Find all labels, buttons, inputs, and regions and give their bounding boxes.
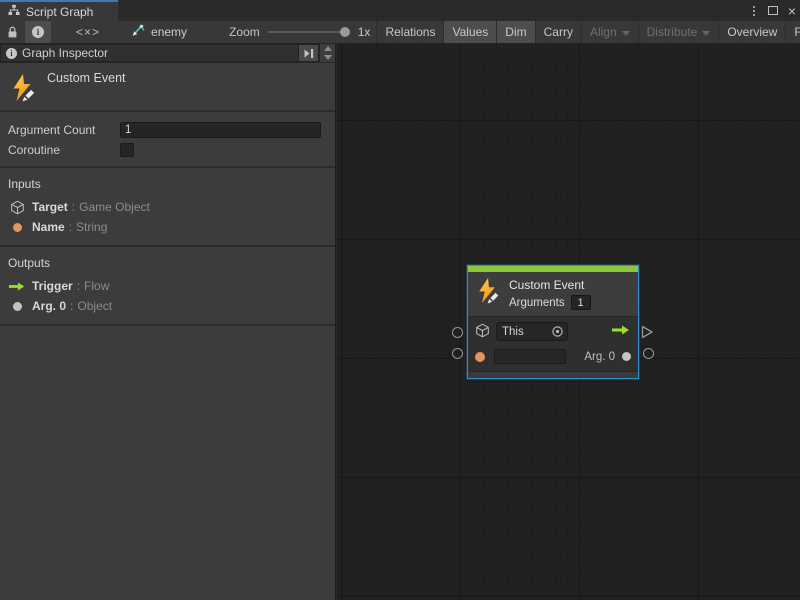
node-header: Custom Event Arguments 1	[468, 272, 638, 316]
breadcrumb-graph[interactable]: enemy	[121, 21, 197, 43]
coroutine-checkbox[interactable]	[120, 143, 134, 157]
maximize-icon[interactable]	[768, 6, 778, 15]
dock-panel-button[interactable]	[299, 44, 319, 62]
port-row-name: Name:String	[0, 217, 335, 237]
node-title: Custom Event	[509, 278, 591, 292]
distribute-button[interactable]: Distribute	[638, 21, 719, 43]
zoom-value: 1x	[358, 25, 371, 39]
window-menu-icon[interactable]	[750, 4, 758, 18]
lock-icon[interactable]	[0, 21, 25, 43]
event-name-input[interactable]	[494, 349, 566, 364]
unit-inspector-header: Custom Event	[0, 63, 335, 112]
target-dropdown[interactable]: This	[496, 322, 568, 341]
game-object-cube-icon	[8, 200, 26, 215]
inspector-pager	[319, 44, 335, 62]
toolbar-buttons: Relations Values Dim Carry Align Distrib…	[376, 21, 800, 43]
outputs-section: Outputs Trigger:Flow Arg. 0:Object	[0, 247, 335, 326]
node-input-port-target[interactable]	[452, 327, 463, 338]
close-icon[interactable]: ×	[788, 6, 796, 16]
full-screen-button[interactable]: Full Screen	[785, 21, 800, 43]
script-graph-icon	[8, 4, 20, 19]
string-orange-dot-icon	[475, 352, 485, 362]
info-icon: i	[6, 48, 17, 59]
object-grey-dot-icon	[13, 302, 22, 311]
spin-up-icon	[324, 46, 332, 51]
zoom-label: Zoom	[229, 25, 260, 39]
game-object-cube-icon	[475, 323, 490, 341]
zoom-slider-handle[interactable]	[340, 27, 350, 37]
align-button[interactable]: Align	[581, 21, 638, 43]
inputs-heading: Inputs	[0, 172, 335, 197]
graph-canvas[interactable]: Custom Event Arguments 1 This	[337, 44, 800, 600]
unit-title: Custom Event	[47, 71, 126, 85]
target-selector-icon[interactable]	[551, 325, 567, 338]
graph-inspector-title: i Graph Inspector	[0, 44, 299, 62]
tab-script-graph[interactable]: Script Graph	[0, 0, 118, 21]
dim-button[interactable]: Dim	[496, 21, 534, 43]
relations-button[interactable]: Relations	[376, 21, 443, 43]
overview-button[interactable]: Overview	[718, 21, 785, 43]
carry-button[interactable]: Carry	[535, 21, 581, 43]
port-row-trigger: Trigger:Flow	[0, 276, 335, 296]
breadcrumb-label: enemy	[151, 25, 187, 39]
flow-arrow-icon	[611, 324, 631, 339]
node-output-port-trigger[interactable]	[641, 325, 654, 342]
node-row-target: This	[475, 322, 631, 341]
spin-down-button[interactable]	[320, 53, 335, 62]
object-grey-dot-icon	[622, 352, 631, 361]
node-arguments-label: Arguments	[509, 297, 565, 309]
node-row-arg0: Arg. 0	[475, 347, 631, 366]
graph-inspector-panel: i Graph Inspector	[0, 44, 336, 600]
code-view-button[interactable]: <×>	[69, 21, 107, 43]
zoom-slider[interactable]	[268, 25, 350, 39]
spin-up-button[interactable]	[320, 44, 335, 53]
outputs-heading: Outputs	[0, 251, 335, 276]
graph-toolbar: i <×> enemy Zoom 1x	[0, 21, 800, 44]
graph-inspector-header: i Graph Inspector	[0, 44, 335, 63]
argument-count-row: Argument Count 1	[0, 120, 335, 140]
values-button[interactable]: Values	[443, 21, 496, 43]
port-row-target: Target:Game Object	[0, 197, 335, 217]
coroutine-row: Coroutine	[0, 140, 335, 160]
zoom-slider-track	[268, 31, 350, 33]
graph-pointer-icon	[131, 24, 146, 40]
chevron-down-icon	[702, 31, 710, 36]
spin-down-icon	[324, 55, 332, 60]
node-footer	[468, 371, 638, 378]
dock-icon	[303, 48, 315, 59]
zoom-control: Zoom 1x	[223, 21, 376, 43]
argument-count-input[interactable]: 1	[120, 122, 321, 138]
flow-arrow-icon	[8, 281, 26, 292]
code-icon: <×>	[76, 25, 100, 39]
node-arguments-input[interactable]: 1	[571, 295, 591, 310]
node-output-port-arg0[interactable]	[643, 348, 654, 359]
coroutine-label: Coroutine	[0, 143, 120, 157]
window-controls: ×	[750, 0, 796, 21]
node-body: This	[468, 316, 638, 371]
node-arg0-label: Arg. 0	[584, 351, 615, 363]
custom-event-icon	[10, 73, 37, 106]
port-row-arg0: Arg. 0:Object	[0, 296, 335, 316]
custom-event-icon	[476, 277, 501, 310]
script-graph-window: Script Graph × i <×>	[0, 0, 800, 600]
info-icon: i	[32, 26, 44, 38]
inspector-toggle-button[interactable]: i	[25, 21, 51, 43]
custom-event-node[interactable]: Custom Event Arguments 1 This	[468, 266, 638, 378]
argument-count-label: Argument Count	[0, 123, 120, 137]
string-orange-dot-icon	[13, 223, 22, 232]
unit-fields: Argument Count 1 Coroutine	[0, 112, 335, 168]
inputs-section: Inputs Target:Game Object Name:String	[0, 168, 335, 247]
titlebar: Script Graph ×	[0, 0, 800, 21]
chevron-down-icon	[622, 31, 630, 36]
node-input-port-name[interactable]	[452, 348, 463, 359]
tab-label: Script Graph	[26, 5, 93, 19]
